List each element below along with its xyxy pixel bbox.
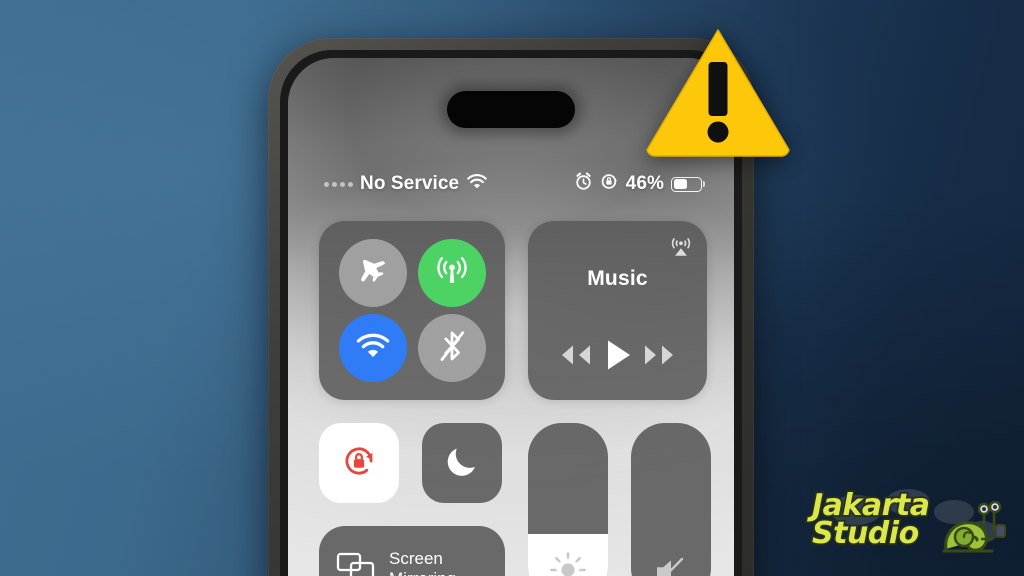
wifi-toggle[interactable] [338,314,407,383]
cellular-antenna-icon [434,252,470,293]
music-title: Music [587,267,648,290]
jakarta-studio-watermark: Jakarta Studio [810,488,1008,566]
screen-mirroring-label: Screen Mirroring [389,549,489,576]
control-center-row-1: Music [319,221,707,400]
wifi-icon [355,332,391,365]
volume-slider[interactable] [631,423,711,576]
screenshot-stage: No Service 46% Music Screen Jakarta Stud… [0,0,1024,576]
dynamic-island [447,91,575,128]
bluetooth-slash-icon [435,327,469,370]
brightness-sun-icon [528,550,608,576]
airplane-icon [356,253,390,292]
rotation-lock-icon [600,172,619,197]
control-center-row-2: Screen Mirroring [319,423,711,576]
warning-triangle [643,22,793,162]
rotation-lock-icon [336,438,382,489]
rotation-lock-tile[interactable] [319,423,399,503]
signal-dots-empty-icon [324,181,353,187]
alarm-clock-icon [574,171,593,197]
battery-icon [671,176,705,192]
do-not-disturb-tile[interactable] [422,423,502,503]
screen-mirroring-label-line2: Mirroring [389,569,456,576]
connectivity-module[interactable] [319,221,505,400]
snail-icon [940,499,1006,562]
status-bar-left: No Service [324,173,488,196]
screen-mirroring-label-line1: Screen [389,549,443,569]
screen-mirroring-tile[interactable]: Screen Mirroring [319,526,505,576]
airplay-audio-icon[interactable] [668,233,694,264]
cellular-data-toggle[interactable] [417,238,486,307]
screen-mirroring-icon [335,549,377,576]
rewind-icon[interactable] [554,341,594,374]
wifi-icon [466,173,488,196]
battery-percent-label: 46% [625,173,664,194]
brightness-slider[interactable] [528,423,608,576]
status-bar: No Service 46% [288,171,734,197]
music-module[interactable]: Music [528,221,707,400]
watermark-line-2: Studio [810,515,921,551]
fast-forward-icon[interactable] [641,341,681,374]
play-icon[interactable] [601,337,633,378]
toggle-tiles-row [319,423,505,503]
airplane-mode-toggle[interactable] [338,238,407,307]
bluetooth-toggle[interactable] [417,314,486,383]
moon-icon [442,441,482,486]
watermark-text: Jakarta Studio [810,489,932,551]
control-center: Music Screen [319,221,711,576]
status-bar-right: 46% [574,171,705,197]
carrier-label: No Service [360,173,460,194]
music-controls [528,337,707,378]
speaker-mute-icon [631,554,711,576]
control-center-left-column: Screen Mirroring [319,423,505,576]
